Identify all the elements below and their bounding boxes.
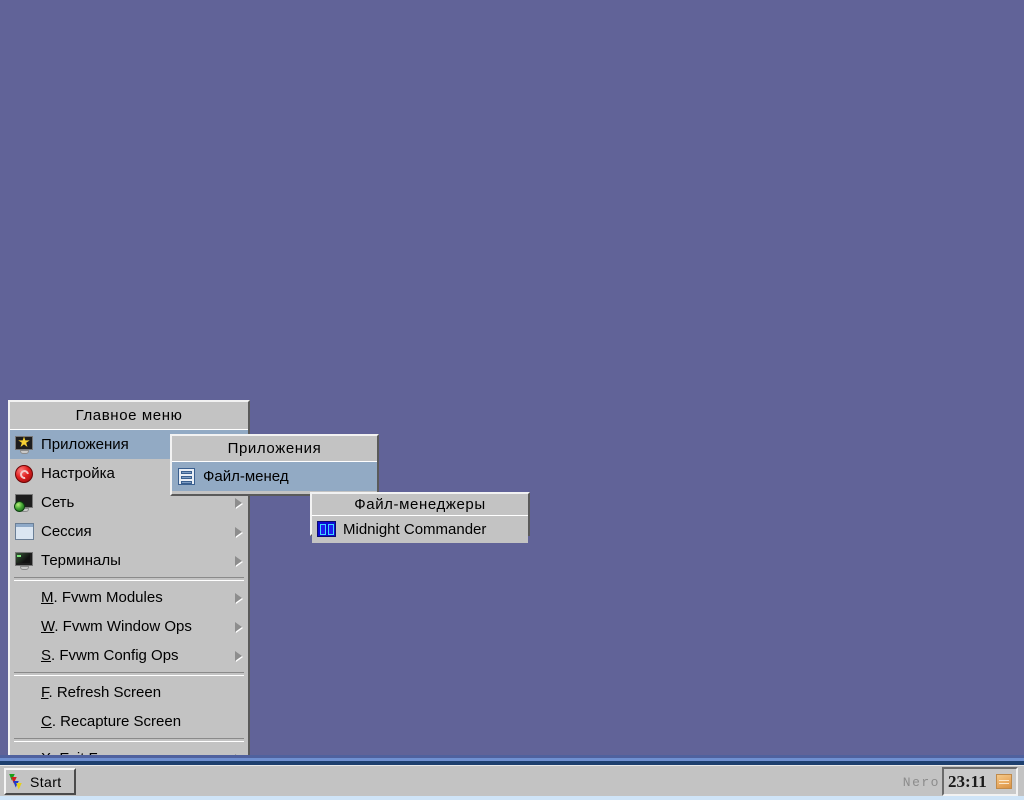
menu-item-label: Сессия	[41, 523, 92, 540]
no-icon	[14, 588, 36, 608]
taskbar-bottom-edge	[0, 796, 1024, 800]
tray-host-label: Nero	[902, 775, 940, 790]
menu-separator	[14, 672, 244, 676]
no-icon	[14, 683, 36, 703]
start-button-label: Start	[30, 773, 62, 790]
clock-panel[interactable]: 23:11	[942, 767, 1018, 796]
desktop[interactable]: Главное меню Приложения Настройка Сеть С…	[0, 0, 1024, 800]
chevron-right-icon	[235, 497, 242, 508]
menu-item-hotkey: C	[41, 713, 52, 730]
fvwm-logo-icon	[8, 773, 26, 791]
chevron-right-icon	[235, 555, 242, 566]
no-icon	[14, 712, 36, 732]
menu-item-hotkey: M	[41, 589, 54, 606]
clock-time: 23:11	[948, 771, 987, 791]
menu-item-hotkey: S	[41, 647, 52, 664]
menu-item-hotkey: F	[41, 684, 49, 701]
menu-item-label: C. Recapture Screen	[41, 713, 248, 730]
taskbar[interactable]: Start Nero 23:11	[0, 755, 1024, 800]
menu-item-session[interactable]: Сессия	[10, 517, 248, 546]
menu-item-midnight-commander[interactable]: Midnight Commander	[312, 516, 528, 543]
taskbar-body[interactable]	[0, 765, 1024, 796]
menu-item-text: . Refresh Screen	[48, 684, 162, 701]
menu-item-refresh-screen[interactable]: F. Refresh Screen	[10, 678, 248, 707]
no-icon	[14, 646, 36, 666]
applications-submenu[interactable]: Приложения Файл-менед	[170, 434, 379, 496]
menu-item-label: Сеть	[41, 494, 75, 511]
menu-item-text: . Fvwm Config Ops	[51, 647, 179, 664]
menu-item-text: . Fvwm Modules	[53, 589, 163, 606]
terminal-monitor-icon	[14, 551, 36, 571]
applications-submenu-title: Приложения	[172, 436, 377, 462]
monitor-star-icon	[14, 435, 36, 455]
menu-separator	[14, 738, 244, 742]
chevron-right-icon	[235, 650, 242, 661]
menu-item-label: Терминалы	[41, 552, 121, 569]
monitor-globe-icon	[14, 493, 36, 513]
calendar-icon	[996, 774, 1012, 789]
chevron-right-icon	[235, 526, 242, 537]
main-menu-title: Главное меню	[10, 402, 248, 430]
menu-item-label: F. Refresh Screen	[41, 684, 248, 701]
menu-item-fvwm-config-ops[interactable]: S. Fvwm Config Ops	[10, 641, 248, 670]
file-managers-submenu-title: Файл-менеджеры	[312, 494, 528, 516]
menu-item-label: W. Fvwm Window Ops	[41, 618, 248, 635]
menu-item-text: . Fvwm Window Ops	[54, 618, 192, 635]
menu-item-label: Midnight Commander	[343, 521, 487, 538]
menu-item-label: Файл-менед	[203, 468, 289, 485]
menu-item-label: S. Fvwm Config Ops	[41, 647, 248, 664]
red-settings-ball-icon	[14, 464, 36, 484]
midnight-commander-icon	[316, 520, 338, 540]
chevron-right-icon	[235, 592, 242, 603]
menu-item-fvwm-window-ops[interactable]: W. Fvwm Window Ops	[10, 612, 248, 641]
start-button[interactable]: Start	[4, 768, 76, 795]
menu-item-hotkey: W	[41, 618, 55, 635]
no-icon	[14, 617, 36, 637]
menu-item-file-managers[interactable]: Файл-менед	[172, 462, 377, 491]
file-managers-submenu[interactable]: Файл-менеджеры Midnight Commander	[310, 492, 530, 543]
light-window-icon	[14, 522, 36, 542]
menu-item-recapture-screen[interactable]: C. Recapture Screen	[10, 707, 248, 736]
chevron-right-icon	[235, 621, 242, 632]
menu-item-fvwm-modules[interactable]: M. Fvwm Modules	[10, 583, 248, 612]
menu-separator	[14, 577, 244, 581]
menu-item-label: M. Fvwm Modules	[41, 589, 248, 606]
menu-item-text: . Recapture Screen	[51, 713, 182, 730]
file-manager-icon	[176, 467, 198, 487]
menu-item-terminals[interactable]: Терминалы	[10, 546, 248, 575]
